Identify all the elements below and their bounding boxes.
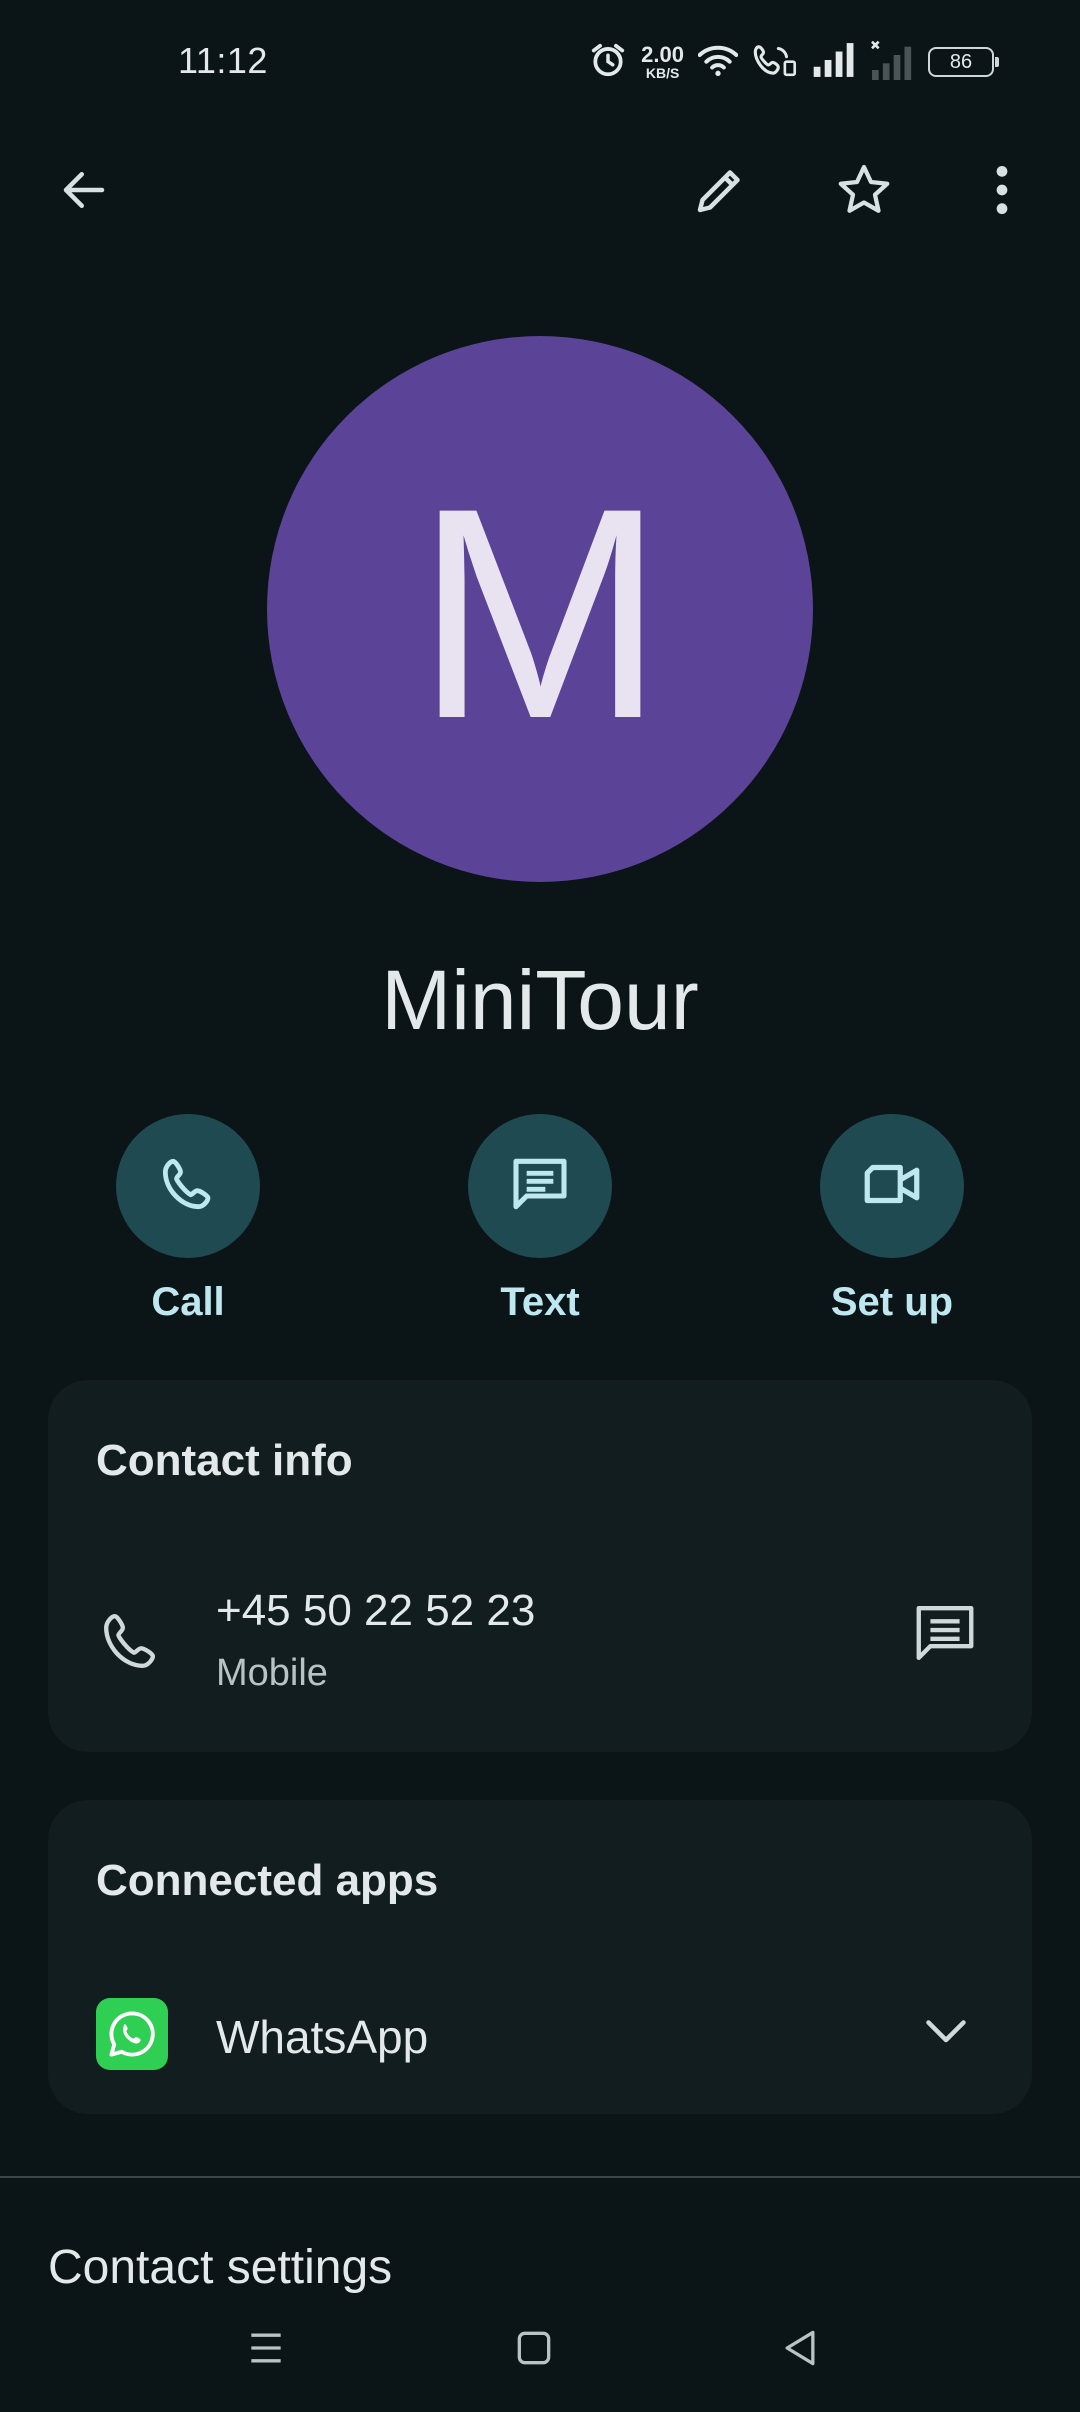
back-triangle-icon	[778, 2326, 822, 2375]
contact-info-card: Contact info +45 50 22 52 23 Mobile	[48, 1380, 1032, 1752]
network-speed-unit: KB/S	[645, 65, 680, 81]
whatsapp-icon	[96, 1998, 168, 2070]
divider	[0, 2176, 1080, 2178]
favorite-button[interactable]	[812, 140, 916, 244]
text-label: Text	[500, 1280, 580, 1324]
text-button[interactable]	[468, 1114, 612, 1258]
contact-detail-screen: 11:12 2.00 KB/S 86 M MiniTour Call Text …	[0, 0, 1080, 2412]
status-time: 11:12	[178, 40, 268, 81]
phone-icon	[156, 1152, 220, 1221]
status-bar: 11:12 2.00 KB/S 86	[0, 0, 1080, 120]
recents-button[interactable]	[216, 2310, 316, 2390]
phone-row[interactable]	[48, 1550, 1032, 1720]
video-setup-action[interactable]: Set up	[772, 1114, 1012, 1325]
set-up-button[interactable]	[820, 1114, 964, 1258]
wifi-calling-icon	[752, 41, 798, 84]
contact-name: MiniTour	[381, 953, 699, 1047]
system-nav-bar	[0, 2310, 1080, 2390]
network-speed: 2.00 KB/S	[641, 42, 684, 81]
back-button[interactable]	[32, 140, 136, 244]
signal-icon	[812, 42, 856, 82]
home-square-icon	[512, 2326, 556, 2375]
connected-apps-card: Connected apps WhatsApp	[48, 1800, 1032, 2114]
phone-icon	[96, 1606, 166, 1681]
network-speed-value: 2.00	[641, 42, 684, 67]
back-arrow-icon	[57, 163, 111, 222]
avatar-initial: M	[415, 445, 665, 781]
menu-icon	[244, 2326, 288, 2375]
no-signal-icon	[870, 40, 914, 85]
expand-whatsapp-button[interactable]	[916, 2000, 976, 2065]
more-vert-icon	[992, 162, 1012, 223]
wifi-icon	[697, 42, 739, 83]
phone-type: Mobile	[216, 1652, 328, 1694]
star-outline-icon	[834, 160, 894, 225]
contact-settings-title: Contact settings	[48, 2241, 393, 2294]
avatar[interactable]: M	[267, 336, 813, 882]
alarm-icon	[589, 41, 627, 84]
call-button[interactable]	[116, 1114, 260, 1258]
call-label: Call	[151, 1280, 225, 1324]
top-app-bar	[0, 140, 1080, 244]
phone-number: +45 50 22 52 23	[216, 1586, 536, 1635]
message-icon	[508, 1152, 572, 1221]
connected-apps-title: Connected apps	[96, 1856, 439, 1905]
home-button[interactable]	[484, 2310, 584, 2390]
edit-button[interactable]	[668, 140, 772, 244]
more-options-button[interactable]	[950, 140, 1054, 244]
text-action[interactable]: Text	[420, 1114, 660, 1325]
back-nav-button[interactable]	[750, 2310, 850, 2390]
message-icon	[910, 1606, 980, 1672]
call-action[interactable]: Call	[68, 1114, 308, 1325]
status-icons: 2.00 KB/S 86	[589, 38, 999, 86]
whatsapp-label: WhatsApp	[216, 2011, 429, 2063]
send-message-button[interactable]	[910, 1598, 980, 1673]
set-up-label: Set up	[830, 1280, 954, 1324]
video-call-icon	[859, 1151, 925, 1222]
contact-info-title: Contact info	[96, 1436, 353, 1485]
battery-icon: 86	[928, 47, 999, 77]
chevron-down-icon	[916, 2020, 976, 2064]
edit-pencil-icon	[690, 160, 750, 225]
